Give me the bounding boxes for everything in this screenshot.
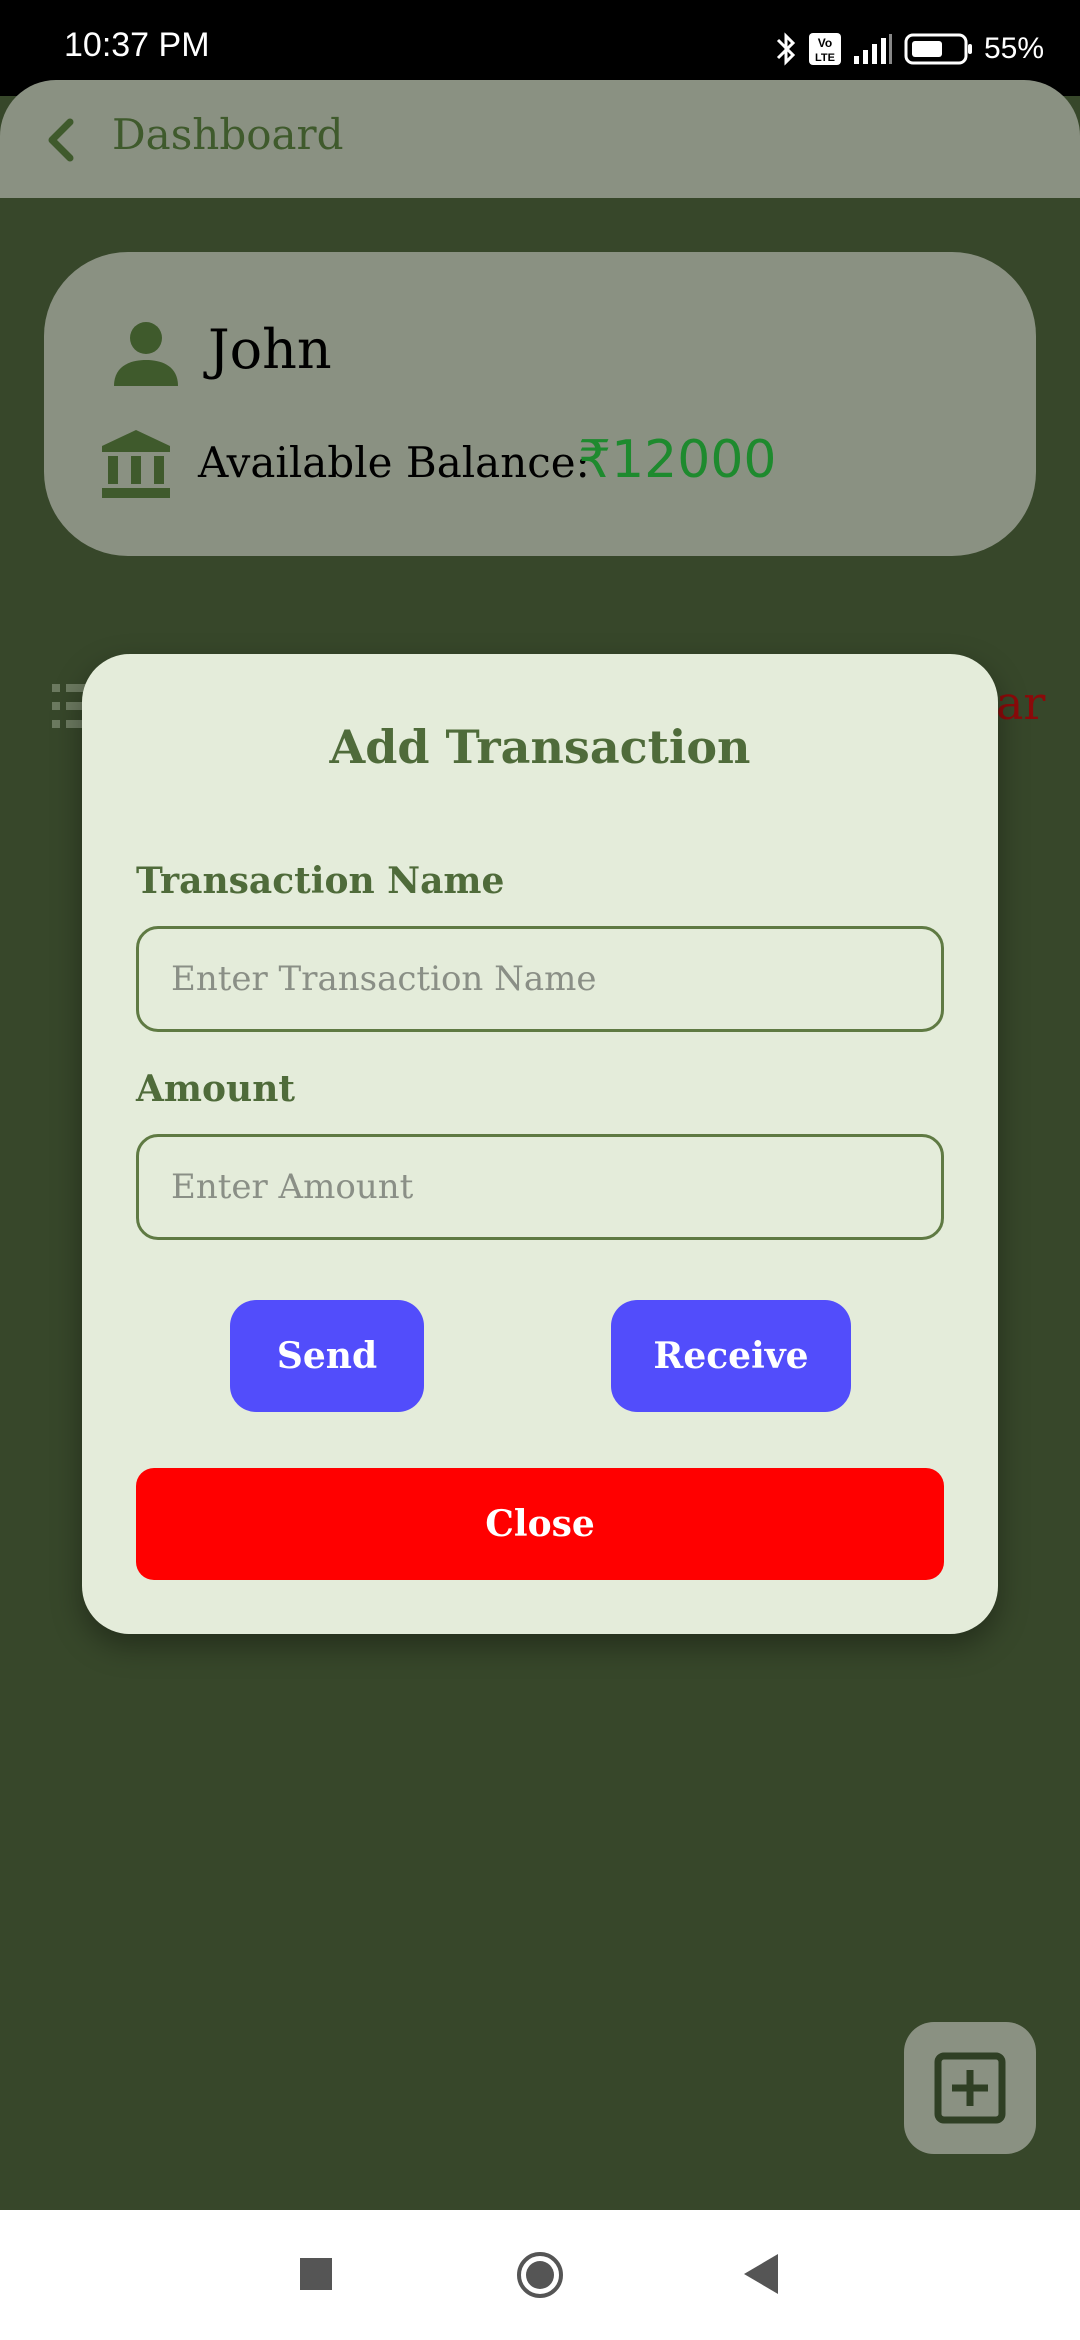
dialog-title: Add Transaction: [329, 720, 751, 774]
recents-button-icon[interactable]: [300, 2258, 332, 2290]
add-transaction-dialog: Add Transaction Transaction Name Amount …: [82, 654, 998, 1634]
transaction-name-input[interactable]: [136, 926, 944, 1032]
page-title: Dashboard: [112, 110, 344, 159]
close-button[interactable]: Close: [136, 1468, 944, 1580]
back-arrow-icon[interactable]: [42, 116, 82, 164]
transaction-name-label: Transaction Name: [136, 860, 505, 902]
signal-icon: [853, 34, 892, 64]
amount-input[interactable]: [136, 1134, 944, 1240]
add-transaction-fab[interactable]: [904, 2022, 1036, 2154]
status-time: 10:37 PM: [64, 26, 210, 64]
app-bar: Dashboard: [0, 80, 1080, 198]
battery-icon: [904, 33, 972, 65]
bluetooth-icon: [776, 32, 796, 66]
person-icon: [114, 322, 178, 386]
svg-text:Vo: Vo: [818, 36, 832, 50]
receive-button[interactable]: Receive: [611, 1300, 851, 1412]
user-name: John: [208, 318, 332, 381]
amount-label: Amount: [136, 1068, 296, 1110]
bank-icon: [102, 430, 170, 498]
volte-icon: Vo LTE: [808, 33, 841, 65]
status-icons: Vo LTE 55%: [774, 26, 1044, 72]
balance-label: Available Balance:: [198, 438, 590, 487]
add-box-icon: [934, 2052, 1006, 2124]
svg-text:LTE: LTE: [815, 52, 835, 64]
home-button-icon[interactable]: [515, 2250, 565, 2300]
battery-percent: 55%: [983, 32, 1044, 65]
system-nav-bar: [0, 2210, 1080, 2340]
back-button-icon[interactable]: [742, 2252, 780, 2296]
send-button[interactable]: Send: [230, 1300, 424, 1412]
balance-value: ₹12000: [578, 430, 777, 490]
user-card: John Available Balance: ₹12000: [44, 252, 1036, 556]
background-clear-link: ar: [996, 676, 1046, 730]
